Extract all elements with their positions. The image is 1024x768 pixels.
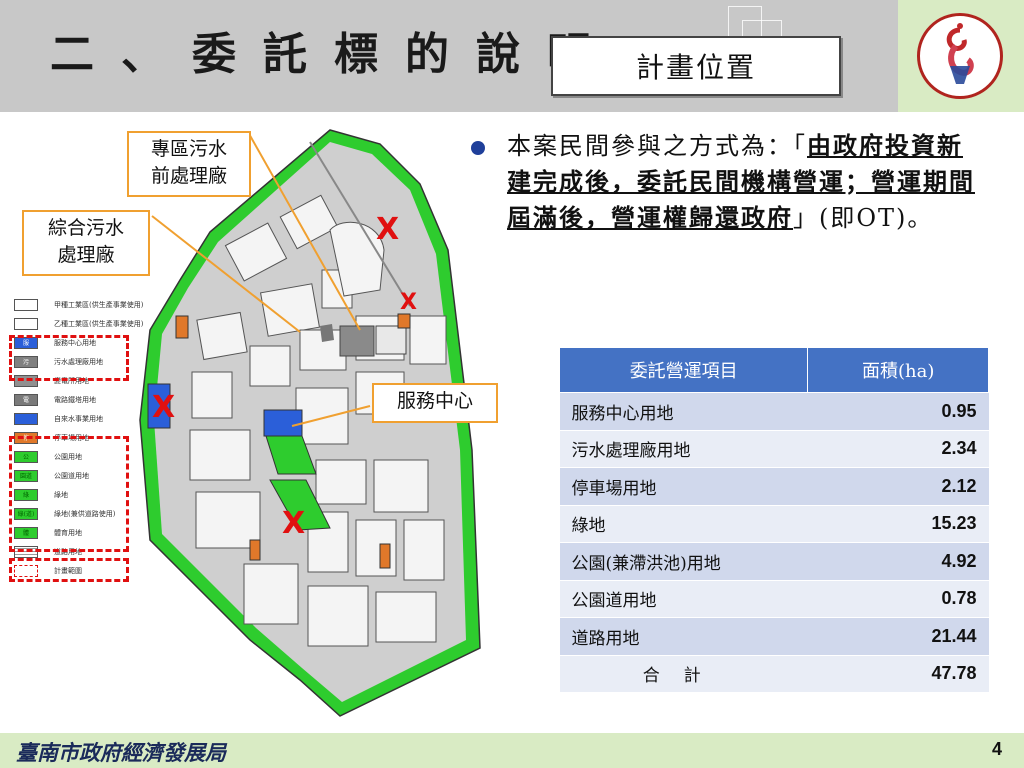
table-total-row: 合計 47.78 [559,655,989,693]
area-table: 委託營運項目 面積(ha) 服務中心用地 0.95 污水處理廠用地 2.34 停車場… [558,347,989,693]
area-table-grid: 委託營運項目 面積(ha) 服務中心用地 0.95 污水處理廠用地 2.34 停車場… [558,347,989,693]
slide-title: 二、委託標的說明 [50,29,618,80]
callout-combined-sewage: 綜合污水 處理廠 [22,210,150,276]
table-header-row: 委託營運項目 面積(ha) [558,347,989,393]
legend-highlight-box [9,335,129,381]
red-x-mark: X [282,506,306,541]
red-x-mark: X [376,212,400,247]
slide-header: 二、委託標的說明 計畫位置 [0,0,1024,112]
slide-footer: 臺南市政府經濟發展局 4 [0,733,1024,768]
table-row: 停車場用地 2.12 [559,467,989,506]
legend-highlight-box [9,558,129,582]
table-row: 公園(兼滯洪池)用地 4.92 [559,542,989,581]
legend-item: 甲種工業區(供生產事業使用) [14,296,143,315]
table-row: 綠地 15.23 [559,505,989,543]
table-header-item: 委託營運項目 [558,347,809,393]
red-x-mark: X [152,390,176,425]
legend-highlight-box [9,436,129,552]
table-header-area: 面積(ha) [807,347,989,393]
logo-icon [917,13,1003,99]
site-map: 專區污水 前處理廠 綜合污水 處理廠 服務中心 X X X X 甲種工業區(供生… [0,120,512,724]
callout-service-center: 服務中心 [372,383,498,423]
table-row: 道路用地 21.44 [559,617,989,656]
legend-item: 電電路鐵塔用地 [14,391,130,410]
legend-item: 乙種工業區(供生產事業使用) [14,315,143,334]
description-bullet: 本案民間參與之方式為：「由政府投資新建完成後，委託民間機構營運；營運期間屆滿後，… [471,128,991,236]
subtitle-box: 計畫位置 [551,36,841,96]
bullet-icon [471,141,485,155]
legend-item: 自來水事業用地 [14,410,130,429]
bullet-text: 本案民間參與之方式為：「由政府投資新建完成後，委託民間機構營運；營運期間屆滿後，… [507,131,975,232]
red-x-mark: X [400,290,417,315]
page-number: 4 [991,739,1002,759]
footer-org: 臺南市政府經濟發展局 [16,740,226,765]
table-row: 公園道用地 0.78 [559,580,989,618]
table-row: 服務中心用地 0.95 [559,392,989,431]
table-row: 污水處理廠用地 2.34 [559,430,989,468]
callout-dedicated-sewage: 專區污水 前處理廠 [127,131,251,197]
